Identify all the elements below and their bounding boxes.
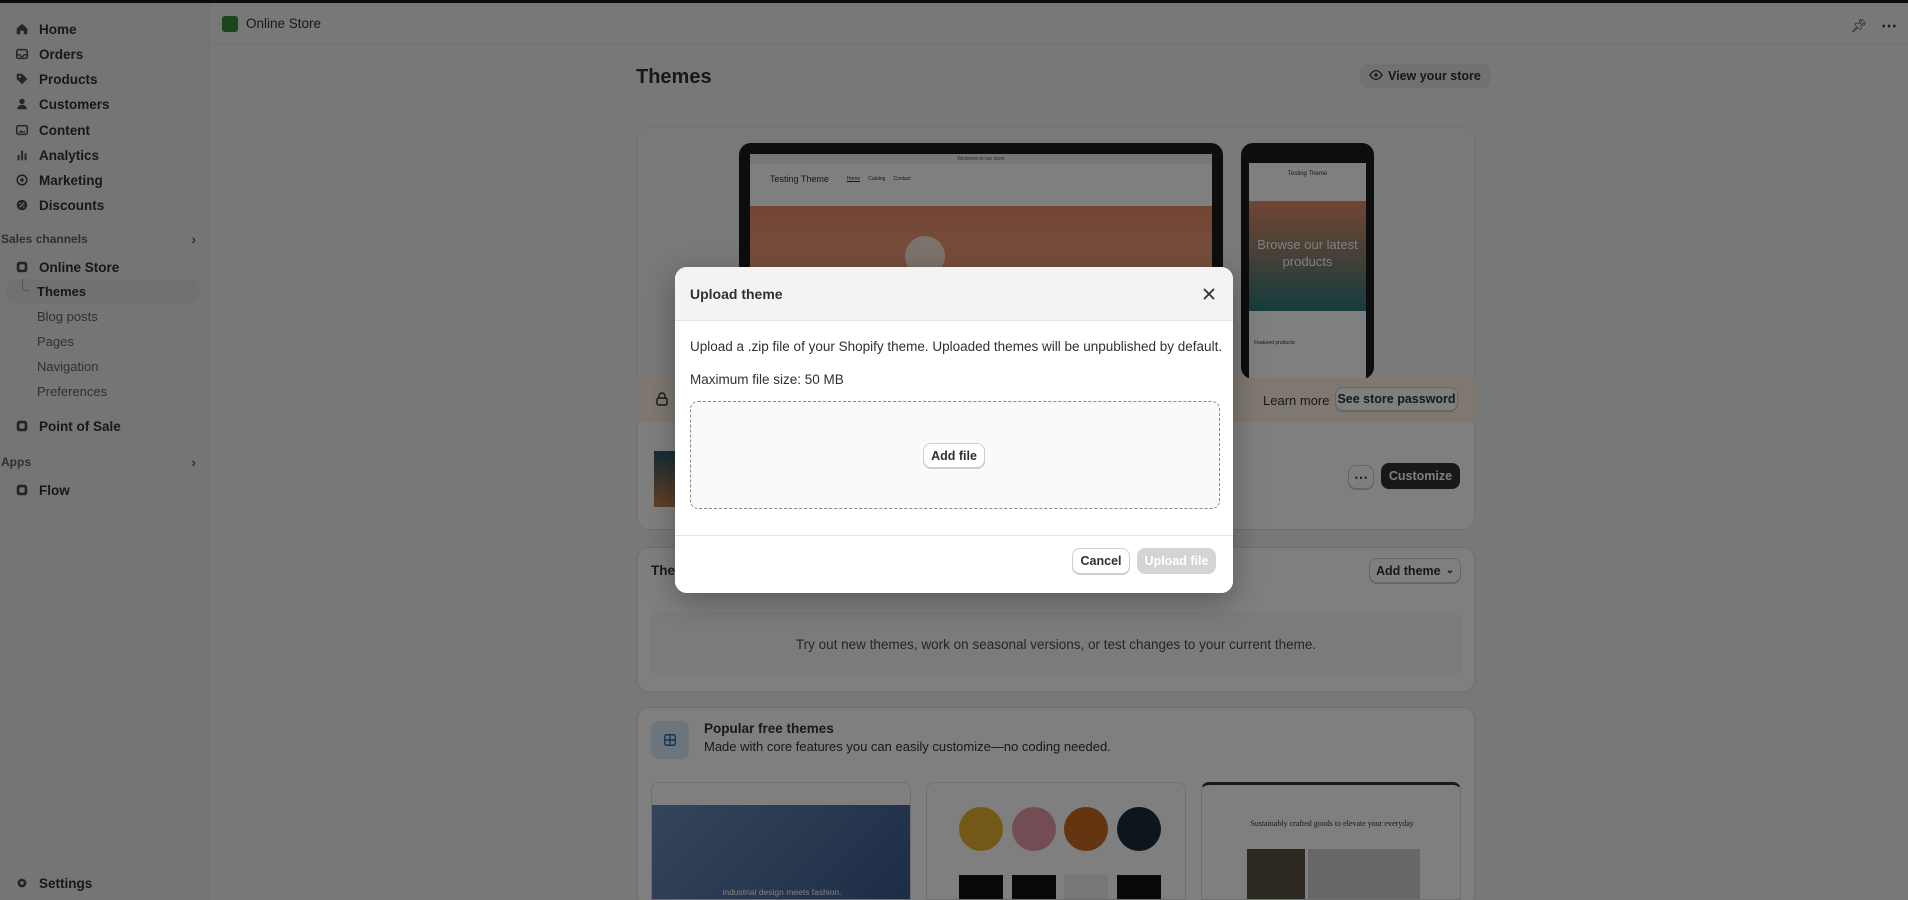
upload-file-label: Upload file	[1144, 554, 1209, 568]
upload-theme-modal: Upload theme Upload a .zip file of your …	[675, 267, 1233, 593]
add-file-button[interactable]: Add file	[923, 443, 985, 468]
modal-header: Upload theme	[675, 267, 1233, 321]
file-dropzone[interactable]: Add file	[690, 401, 1220, 509]
modal-footer: Cancel Upload file	[675, 535, 1233, 593]
upload-file-button[interactable]: Upload file	[1137, 548, 1216, 574]
cancel-label: Cancel	[1080, 554, 1122, 568]
cancel-button[interactable]: Cancel	[1072, 548, 1130, 574]
close-icon[interactable]	[1199, 284, 1219, 304]
modal-description: Upload a .zip file of your Shopify theme…	[690, 339, 1223, 354]
max-file-size: Maximum file size: 50 MB	[690, 372, 844, 387]
add-file-label: Add file	[931, 448, 977, 463]
modal-title: Upload theme	[690, 286, 783, 302]
